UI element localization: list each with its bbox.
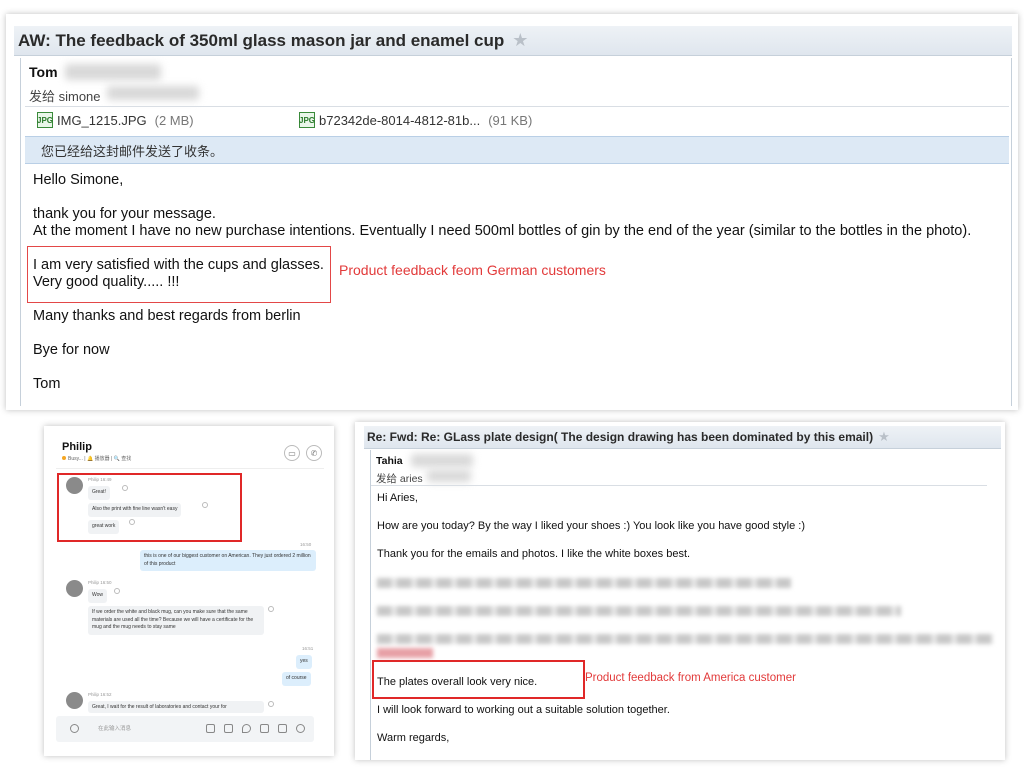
email-closing: Warm regards,: [377, 732, 450, 744]
attachment-name: b72342de-8014-4812-81b...: [319, 112, 481, 128]
image-file-icon: JPG: [299, 112, 315, 128]
top-email-panel: AW: The feedback of 350ml glass mason ja…: [6, 14, 1018, 410]
redacted-sender-address: [411, 454, 473, 467]
chat-header-divider: [56, 468, 324, 469]
message-meta: Philip 16:50: [88, 580, 112, 585]
email-line: Bye for now: [33, 342, 110, 358]
chat-contact-name: Philip: [62, 441, 92, 453]
redacted-text: [377, 578, 791, 588]
image-file-icon: JPG: [37, 112, 53, 128]
emoji-icon[interactable]: [70, 724, 79, 733]
avatar[interactable]: [66, 580, 83, 597]
read-receipt-icon: [268, 606, 274, 612]
recipient: 发给 aries: [376, 473, 423, 485]
chat-message: Great, I wait for the result of laborato…: [88, 701, 264, 713]
message-input[interactable]: 在此输入消息: [98, 724, 131, 732]
chat-message: Wow: [88, 589, 108, 603]
feedback-annotation: Product feedback feom German customers: [339, 262, 606, 278]
chat-message-out: yes: [296, 655, 312, 669]
message-meta: 16:50: [300, 542, 312, 547]
redacted-recipient-address: [427, 470, 471, 482]
highlight-box: [372, 660, 585, 699]
email-subject-bar: Re: Fwd: Re: GLass plate design( The des…: [364, 426, 1001, 449]
history-icon[interactable]: [296, 724, 305, 733]
email-line: Many thanks and best regards from berlin: [33, 308, 301, 324]
feedback-annotation: Product feedback from America customer: [585, 672, 796, 684]
chat-status: Busy... | 🔔 播放器 | 🔍 查找: [62, 455, 131, 462]
email-line: Thank you for the emails and photos. I l…: [377, 548, 691, 560]
chat-input-bar[interactable]: 在此输入消息: [56, 716, 314, 742]
message-meta: Philip 16:52: [88, 692, 112, 697]
email-line: I will look forward to working out a sui…: [377, 704, 670, 716]
redacted-text: [377, 606, 901, 616]
attachment-size: (91 KB): [488, 112, 533, 128]
email-line: How are you today? By the way I liked yo…: [377, 520, 806, 532]
chat-message-out: of course: [282, 672, 311, 686]
sender-name[interactable]: Tom: [29, 64, 58, 80]
redacted-recipient-address: [107, 86, 199, 100]
location-icon[interactable]: [242, 724, 251, 733]
screenshot-icon[interactable]: [224, 724, 233, 733]
email-body-frame: Tahia 发给 aries Hi Aries, How are you tod…: [370, 450, 995, 760]
redacted-sender-address: [65, 64, 161, 80]
highlight-box: [27, 246, 331, 303]
avatar[interactable]: [66, 692, 83, 709]
second-email-panel: Re: Fwd: Re: GLass plate design( The des…: [355, 422, 1005, 760]
chat-panel: Philip Busy... | 🔔 播放器 | 🔍 查找 ▭ ✆ Philip…: [44, 426, 334, 756]
email-greeting: Hi Aries,: [377, 492, 418, 504]
star-icon[interactable]: ★: [878, 429, 890, 445]
email-line: thank you for your message.: [33, 206, 216, 222]
chat-message-out: this is one of our biggest customer on A…: [140, 550, 316, 571]
file-icon[interactable]: [206, 724, 215, 733]
email-greeting: Hello Simone,: [33, 172, 124, 188]
read-receipt-icon: [268, 701, 274, 707]
email-signature: Tom: [33, 376, 61, 392]
header-divider: [25, 106, 1009, 107]
email-body-frame: Tom 发给 simone JPG IMG_1215.JPG (2 MB) JP…: [20, 58, 1012, 406]
redacted-text: [377, 634, 993, 644]
receipt-notice: 您已经给这封邮件发送了收条。: [25, 136, 1009, 164]
email-line: At the moment I have no new purchase int…: [33, 223, 972, 239]
message-meta: 16:51: [302, 646, 314, 651]
email-subject-bar: AW: The feedback of 350ml glass mason ja…: [14, 26, 1012, 56]
email-subject: AW: The feedback of 350ml glass mason ja…: [18, 30, 505, 50]
chat-highlight-box: [57, 473, 242, 542]
attachment-2[interactable]: JPG b72342de-8014-4812-81b... (91 KB): [299, 112, 532, 128]
video-call-icon[interactable]: ▭: [284, 445, 300, 461]
redacted-text: [377, 648, 433, 658]
attachment-size: (2 MB): [154, 112, 194, 128]
email-subject: Re: Fwd: Re: GLass plate design( The des…: [367, 430, 874, 444]
attachment-1[interactable]: JPG IMG_1215.JPG (2 MB): [37, 112, 194, 128]
recipient: 发给 simone: [29, 89, 101, 104]
status-dot-icon: [62, 456, 66, 460]
sender-name[interactable]: Tahia: [376, 455, 403, 467]
star-icon[interactable]: ★: [512, 30, 528, 51]
header-divider: [371, 485, 987, 486]
chat-message: If we order the white and black mug, can…: [88, 606, 264, 635]
read-receipt-icon: [114, 588, 120, 594]
attachment-name: IMG_1215.JPG: [57, 112, 147, 128]
phone-call-icon[interactable]: ✆: [306, 445, 322, 461]
image-icon[interactable]: [260, 724, 269, 733]
card-icon[interactable]: [278, 724, 287, 733]
